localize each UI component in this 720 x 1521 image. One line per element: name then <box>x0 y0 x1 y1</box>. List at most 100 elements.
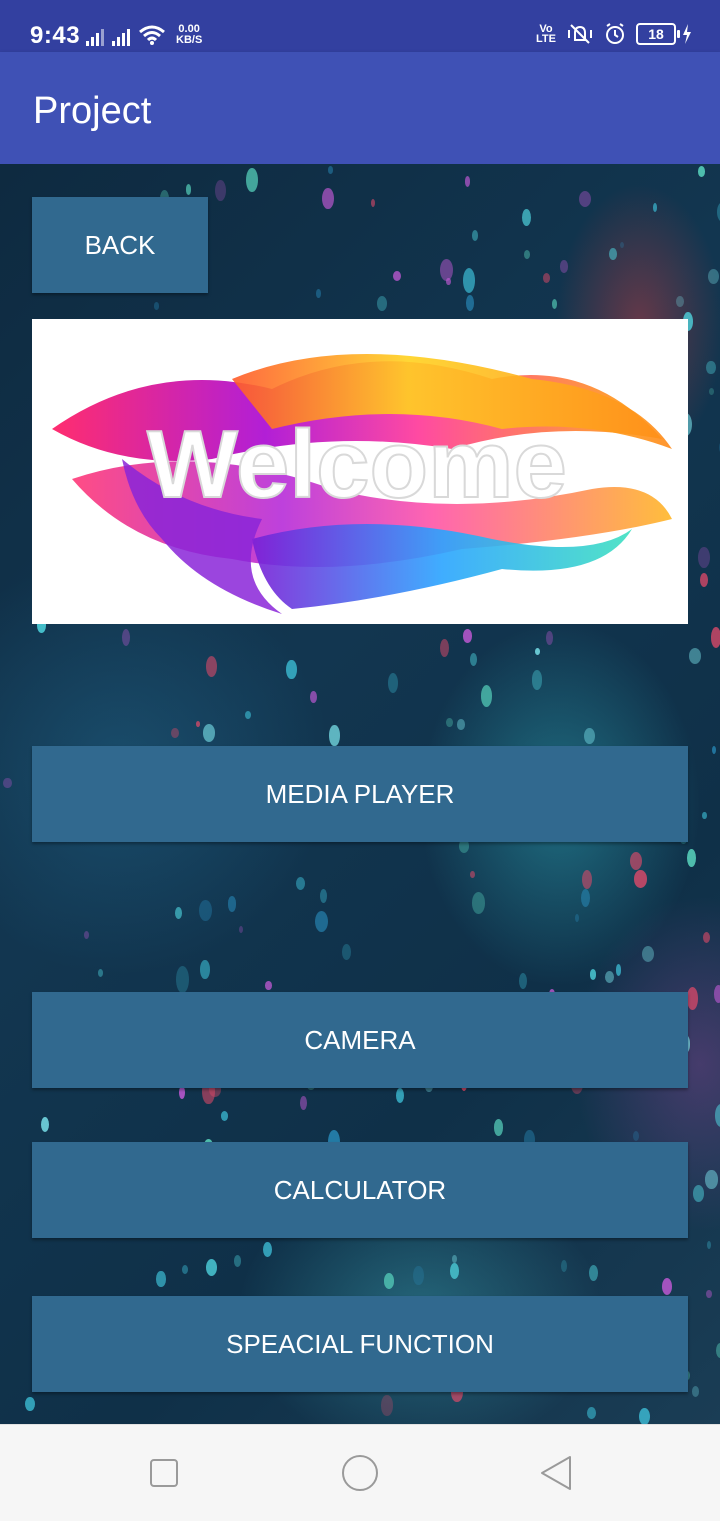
bokeh-dot <box>604 970 614 983</box>
bokeh-dot <box>3 777 12 789</box>
app-bar: Project <box>0 52 720 164</box>
bokeh-dot <box>98 969 104 977</box>
bokeh-dot <box>449 1263 459 1279</box>
bokeh-dot <box>697 546 710 569</box>
bokeh-dot <box>175 906 183 919</box>
status-bar: 9:43 0.00 KB/S Vo LTE 18 <box>0 0 720 52</box>
bokeh-dot <box>518 972 527 989</box>
bokeh-dot <box>156 1271 166 1287</box>
bokeh-dot <box>706 1240 711 1249</box>
bokeh-dot <box>310 691 318 704</box>
volte-bottom: LTE <box>536 33 556 45</box>
bokeh-dot <box>245 710 252 720</box>
bokeh-dot <box>463 629 473 643</box>
recents-square-icon[interactable] <box>144 1453 184 1493</box>
app-title: Project <box>33 90 152 132</box>
main-content: BACK Welcome MEDIA PLAYER CAMERA CALCULA… <box>0 164 720 1424</box>
bokeh-dot <box>687 848 697 868</box>
bokeh-dot <box>629 851 642 870</box>
bokeh-dot <box>176 966 190 994</box>
bokeh-dot <box>464 175 471 187</box>
bokeh-dot <box>396 1087 405 1103</box>
bokeh-dot <box>316 288 321 298</box>
bokeh-dot <box>392 270 401 281</box>
bokeh-dot <box>675 296 684 308</box>
bokeh-dot <box>472 892 485 914</box>
bokeh-dot <box>522 209 532 227</box>
home-circle-icon[interactable] <box>340 1453 380 1493</box>
bokeh-dot <box>693 1185 705 1202</box>
bokeh-dot <box>457 719 465 730</box>
bokeh-dot <box>609 248 617 260</box>
bokeh-dot <box>440 259 453 282</box>
bokeh-dot <box>687 987 699 1010</box>
bokeh-dot <box>703 931 711 943</box>
bokeh-dot <box>711 746 716 755</box>
battery-icon: 18 <box>636 23 680 45</box>
bokeh-dot <box>615 964 622 977</box>
bokeh-dot <box>620 241 625 248</box>
bokeh-dot <box>542 272 551 284</box>
welcome-image: Welcome <box>32 319 688 624</box>
bokeh-dot <box>215 180 226 202</box>
bokeh-dot <box>322 188 334 210</box>
bokeh-dot <box>381 1395 393 1416</box>
bokeh-dot <box>320 888 328 903</box>
bokeh-dot <box>705 1170 718 1189</box>
bokeh-dot <box>383 1273 395 1290</box>
bokeh-dot <box>698 166 705 177</box>
bokeh-dot <box>524 249 531 260</box>
special-function-button[interactable]: SPEACIAL FUNCTION <box>32 1296 688 1392</box>
bokeh-dot <box>199 900 212 922</box>
bokeh-dot <box>642 945 655 962</box>
bokeh-dot <box>200 960 210 980</box>
bokeh-dot <box>295 876 305 890</box>
bokeh-dot <box>545 630 553 645</box>
bokeh-dot <box>413 1265 424 1286</box>
bokeh-dot <box>327 166 334 174</box>
bokeh-dot <box>262 1242 272 1258</box>
bokeh-dot <box>584 728 595 745</box>
bokeh-dot <box>342 944 352 960</box>
bokeh-dot <box>315 910 329 933</box>
bokeh-dot <box>580 888 591 908</box>
bokeh-dot <box>195 721 200 727</box>
back-button[interactable]: BACK <box>32 197 208 293</box>
welcome-text: Welcome <box>147 411 567 518</box>
vibrate-mute-icon <box>568 24 592 44</box>
bokeh-dot <box>202 723 216 742</box>
bokeh-dot <box>589 1265 599 1282</box>
bokeh-dot <box>706 1289 713 1299</box>
bokeh-dot <box>121 628 130 647</box>
bokeh-dot <box>691 1386 700 1398</box>
bokeh-dot <box>708 268 720 284</box>
bokeh-dot <box>634 870 647 888</box>
bokeh-dot <box>466 295 475 311</box>
bokeh-dot <box>233 1254 242 1268</box>
camera-button[interactable]: CAMERA <box>32 992 688 1088</box>
bokeh-dot <box>586 1406 596 1419</box>
calculator-button[interactable]: CALCULATOR <box>32 1142 688 1238</box>
bokeh-dot <box>153 302 160 310</box>
bokeh-dot <box>713 984 720 1003</box>
bokeh-dot <box>469 870 475 879</box>
signal-strength-icon-2 <box>112 26 130 46</box>
bokeh-dot <box>205 1258 218 1277</box>
media-player-button[interactable]: MEDIA PLAYER <box>32 746 688 842</box>
bokeh-dot <box>710 626 720 648</box>
bokeh-dot <box>531 670 543 690</box>
bokeh-dot <box>700 573 709 587</box>
network-speed: 0.00 KB/S <box>176 24 202 46</box>
bokeh-dot <box>221 1111 229 1121</box>
welcome-banner-graphic: Welcome <box>52 354 672 614</box>
back-triangle-icon[interactable] <box>536 1453 576 1493</box>
bokeh-dot <box>205 655 218 678</box>
bokeh-dot <box>239 925 244 934</box>
bokeh-dot <box>84 931 90 940</box>
bokeh-dot <box>265 981 272 991</box>
bokeh-dot <box>632 1131 640 1142</box>
bokeh-dot <box>493 1118 504 1136</box>
bokeh-dot <box>480 685 492 707</box>
bokeh-dot <box>579 190 592 207</box>
bokeh-dot <box>706 361 716 375</box>
